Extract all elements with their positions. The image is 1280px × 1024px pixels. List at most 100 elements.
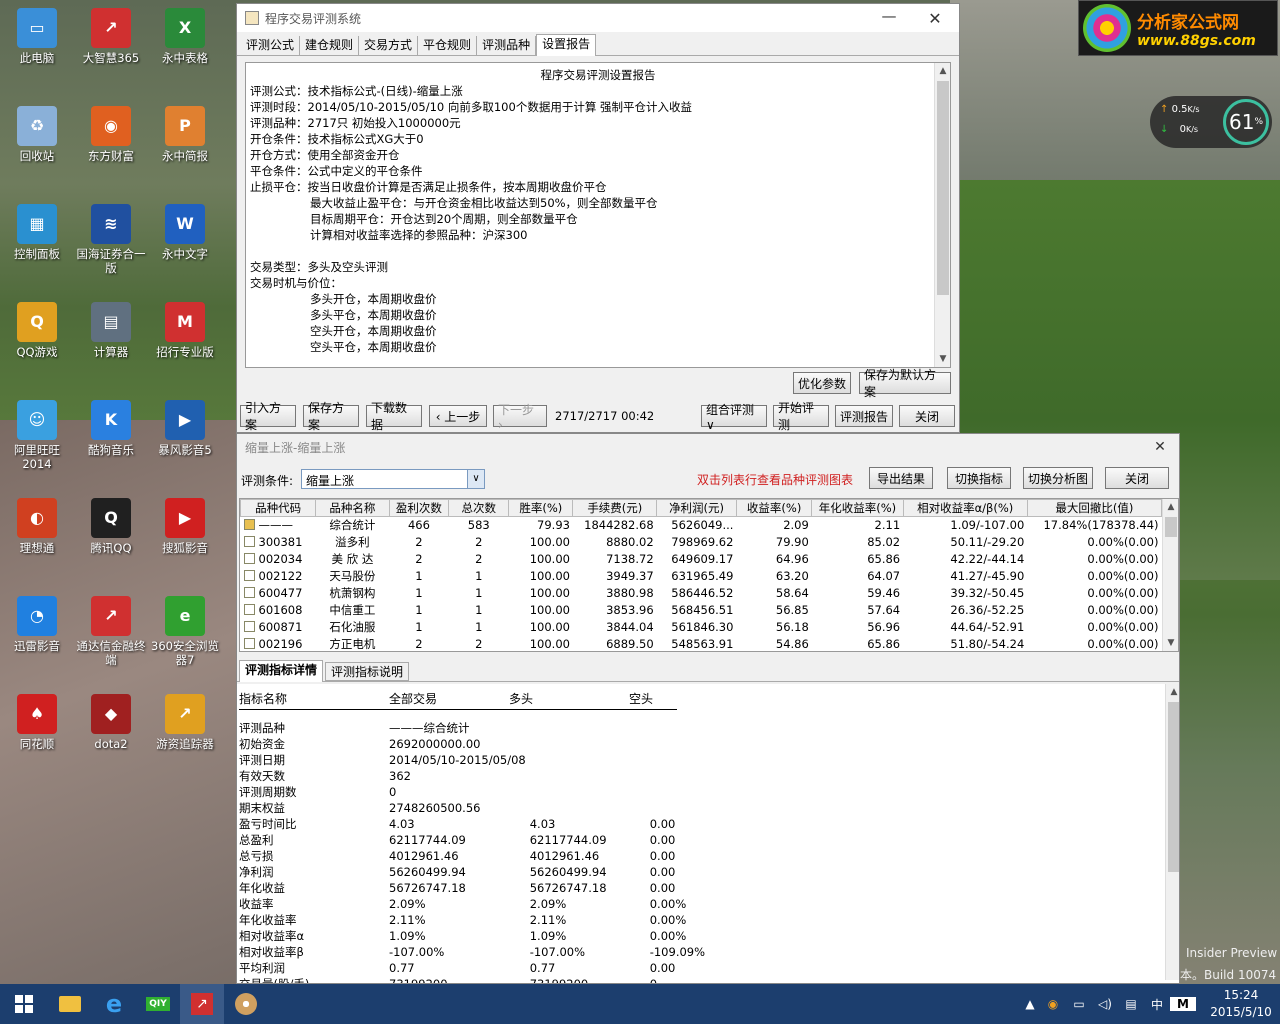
export-results-button[interactable]: 导出结果 bbox=[869, 467, 933, 489]
desktop-icon[interactable]: ▶ 搜狐影音 bbox=[149, 498, 221, 555]
column-header[interactable]: 年化收益率(%) bbox=[811, 499, 904, 517]
column-header[interactable]: 品种代码 bbox=[240, 499, 317, 517]
table-row[interactable]: ——— 综合统计 466 583 79.93 1844282.68 5626049... 2.… bbox=[241, 517, 1162, 534]
prev-step-button[interactable]: ‹ 上一步 bbox=[429, 405, 487, 427]
column-header[interactable]: 收益率(%) bbox=[735, 499, 813, 517]
column-header[interactable]: 手续费(元) bbox=[572, 499, 658, 517]
scroll-up-icon[interactable]: ▲ bbox=[935, 63, 950, 79]
column-header[interactable]: 最大回撤比(值) bbox=[1026, 499, 1163, 517]
ie-browser-icon[interactable]: e bbox=[92, 984, 136, 1024]
desktop-icon-label: 通达信金融终端 bbox=[76, 639, 146, 667]
table-row[interactable]: 600871 石化油服 1 1 100.00 3844.04 561846.30 56.18 5… bbox=[241, 619, 1162, 636]
import-plan-button[interactable]: 引入方案 bbox=[240, 401, 296, 432]
desktop-icon[interactable]: ♠ 同花顺 bbox=[1, 694, 73, 751]
tab-settings-report[interactable]: 设置报告 bbox=[536, 34, 597, 56]
results-titlebar[interactable]: 缩量上涨-缩量上涨 ✕ bbox=[237, 434, 1179, 460]
save-plan-button[interactable]: 保存方案 bbox=[303, 401, 359, 432]
desktop-icon[interactable]: ♻ 回收站 bbox=[1, 106, 73, 163]
chevron-down-icon[interactable]: ∨ bbox=[467, 470, 484, 488]
desktop-icon[interactable]: ↗ 大智慧365 bbox=[75, 8, 147, 65]
desktop-icon[interactable]: e 360安全浏览器7 bbox=[149, 596, 221, 667]
file-explorer-icon[interactable] bbox=[48, 984, 92, 1024]
desktop-icon[interactable]: ▭ 此电脑 bbox=[1, 8, 73, 65]
maximize-button[interactable] bbox=[869, 4, 913, 32]
desktop-icon[interactable]: X 永中表格 bbox=[149, 8, 221, 65]
combo-evaluate-button[interactable]: 组合评测∨ bbox=[701, 403, 767, 432]
table-row[interactable]: 600477 杭萧钢构 1 1 100.00 3880.98 586446.52 58.64 5… bbox=[241, 585, 1162, 602]
table-row[interactable]: 002034 美 欣 达 2 2 100.00 7138.72 649609.17 64.96… bbox=[241, 551, 1162, 568]
switch-chart-button[interactable]: 切换分析图 bbox=[1023, 467, 1093, 489]
save-default-button[interactable]: 保存为默认方案 bbox=[859, 368, 951, 399]
condition-select[interactable]: 缩量上涨 ∨ bbox=[301, 469, 485, 489]
notification-icon[interactable]: ▤ bbox=[1118, 997, 1144, 1011]
table-row[interactable]: 002122 天马股份 1 1 100.00 3949.37 631965.49 63.20 6… bbox=[241, 568, 1162, 585]
scroll-thumb[interactable] bbox=[1168, 702, 1179, 872]
desktop-icon[interactable]: W 永中文字 bbox=[149, 204, 221, 261]
column-header[interactable]: 总次数 bbox=[448, 499, 510, 517]
desktop-icon[interactable]: ◔ 迅雷影音 bbox=[1, 596, 73, 653]
desktop-icon[interactable]: M 招行专业版 bbox=[149, 302, 221, 359]
scroll-up-icon[interactable]: ▲ bbox=[1166, 684, 1179, 700]
desktop-icon[interactable]: Q QQ游戏 bbox=[1, 302, 73, 359]
desktop-icon[interactable]: ↗ 通达信金融终端 bbox=[75, 596, 147, 667]
tab-formula[interactable]: 评测公式 bbox=[241, 36, 301, 55]
start-button[interactable] bbox=[0, 984, 48, 1024]
download-data-button[interactable]: 下载数据 bbox=[366, 401, 422, 432]
table-scrollbar[interactable]: ▲ ▼ bbox=[1162, 499, 1178, 651]
table-row[interactable]: 601608 中信重工 1 1 100.00 3853.96 568456.51 56.85 5… bbox=[241, 602, 1162, 619]
app-icon: X bbox=[165, 8, 205, 48]
network-monitor[interactable]: ↑ 0.5K/s ↓ 0K/s 61% bbox=[1150, 96, 1272, 148]
optimize-params-button[interactable]: 优化参数 bbox=[793, 372, 851, 394]
iqiyi-icon[interactable]: QIY bbox=[136, 984, 180, 1024]
column-header[interactable]: 胜率(%) bbox=[508, 499, 574, 517]
tab-trade-mode[interactable]: 交易方式 bbox=[359, 36, 419, 55]
desktop-icon[interactable]: ◐ 理想通 bbox=[1, 498, 73, 555]
desktop-icon[interactable]: ◉ 东方财富 bbox=[75, 106, 147, 163]
start-evaluate-button[interactable]: 开始评测 bbox=[773, 401, 829, 432]
report-scrollbar[interactable]: ▲ ▼ bbox=[934, 63, 950, 367]
close-window-button[interactable]: ✕ bbox=[913, 4, 957, 32]
paint-icon[interactable] bbox=[224, 984, 268, 1024]
column-header[interactable]: 品种名称 bbox=[315, 499, 390, 517]
volume-icon[interactable]: ◁) bbox=[1092, 997, 1118, 1011]
ime-mode-indicator[interactable]: M bbox=[1170, 997, 1196, 1011]
desktop-icon[interactable]: ↗ 游资追踪器 bbox=[149, 694, 221, 751]
desktop-icon[interactable]: ☺ 阿里旺旺2014 bbox=[1, 400, 73, 471]
scroll-thumb[interactable] bbox=[937, 81, 949, 295]
tab-build-rule[interactable]: 建仓规则 bbox=[300, 36, 360, 55]
table-row[interactable]: 300381 溢多利 2 2 100.00 8880.02 798969.62 79.90 85… bbox=[241, 534, 1162, 551]
column-header[interactable]: 净利润(元) bbox=[656, 499, 737, 517]
close-button[interactable]: 关闭 bbox=[899, 405, 955, 427]
ime-indicator[interactable]: 中 bbox=[1144, 996, 1170, 1013]
close-results-icon[interactable]: ✕ bbox=[1143, 434, 1177, 460]
column-header[interactable]: 盈利次数 bbox=[388, 499, 450, 517]
scroll-thumb[interactable] bbox=[1165, 517, 1177, 537]
desktop-icon[interactable]: K 酷狗音乐 bbox=[75, 400, 147, 457]
scroll-down-icon[interactable]: ▼ bbox=[1163, 635, 1178, 651]
window-titlebar[interactable]: 程序交易评测系统 — ✕ bbox=[237, 4, 959, 32]
column-header[interactable]: 相对收益率α/β(%) bbox=[902, 499, 1028, 517]
detail-scrollbar[interactable]: ▲ bbox=[1165, 684, 1179, 980]
desktop-icon[interactable]: ◆ dota2 bbox=[75, 694, 147, 751]
tab-indicator-details[interactable]: 评测指标详情 bbox=[239, 660, 324, 682]
desktop-icon[interactable]: ▤ 计算器 bbox=[75, 302, 147, 359]
tab-close-rule[interactable]: 平仓规则 bbox=[418, 36, 478, 55]
evaluate-report-button[interactable]: 评测报告 bbox=[835, 405, 893, 427]
network-icon[interactable]: ▭ bbox=[1066, 997, 1092, 1011]
desktop-icon[interactable]: ▶ 暴风影音5 bbox=[149, 400, 221, 457]
desktop-icon[interactable]: ▦ 控制面板 bbox=[1, 204, 73, 261]
clock[interactable]: 15:24 2015/5/10 bbox=[1206, 987, 1276, 1021]
desktop-icon[interactable]: Q 腾讯QQ bbox=[75, 498, 147, 555]
tab-symbols[interactable]: 评测品种 bbox=[477, 36, 537, 55]
table-row[interactable]: 002196 方正电机 2 2 100.00 6889.50 548563.91 54.86 6… bbox=[241, 636, 1162, 651]
scroll-up-icon[interactable]: ▲ bbox=[1163, 499, 1178, 515]
360-tray-icon[interactable]: ◉ bbox=[1040, 997, 1066, 1011]
tab-indicator-help[interactable]: 评测指标说明 bbox=[325, 662, 410, 681]
tdx-terminal-icon[interactable]: ↗ bbox=[180, 984, 224, 1024]
close-results-button[interactable]: 关闭 bbox=[1105, 467, 1169, 489]
chevron-up-icon[interactable]: ▲ bbox=[1020, 997, 1040, 1011]
desktop-icon[interactable]: ≋ 国海证券合一版 bbox=[75, 204, 147, 275]
switch-indicator-button[interactable]: 切换指标 bbox=[947, 467, 1011, 489]
desktop-icon[interactable]: P 永中简报 bbox=[149, 106, 221, 163]
scroll-down-icon[interactable]: ▼ bbox=[935, 351, 950, 367]
